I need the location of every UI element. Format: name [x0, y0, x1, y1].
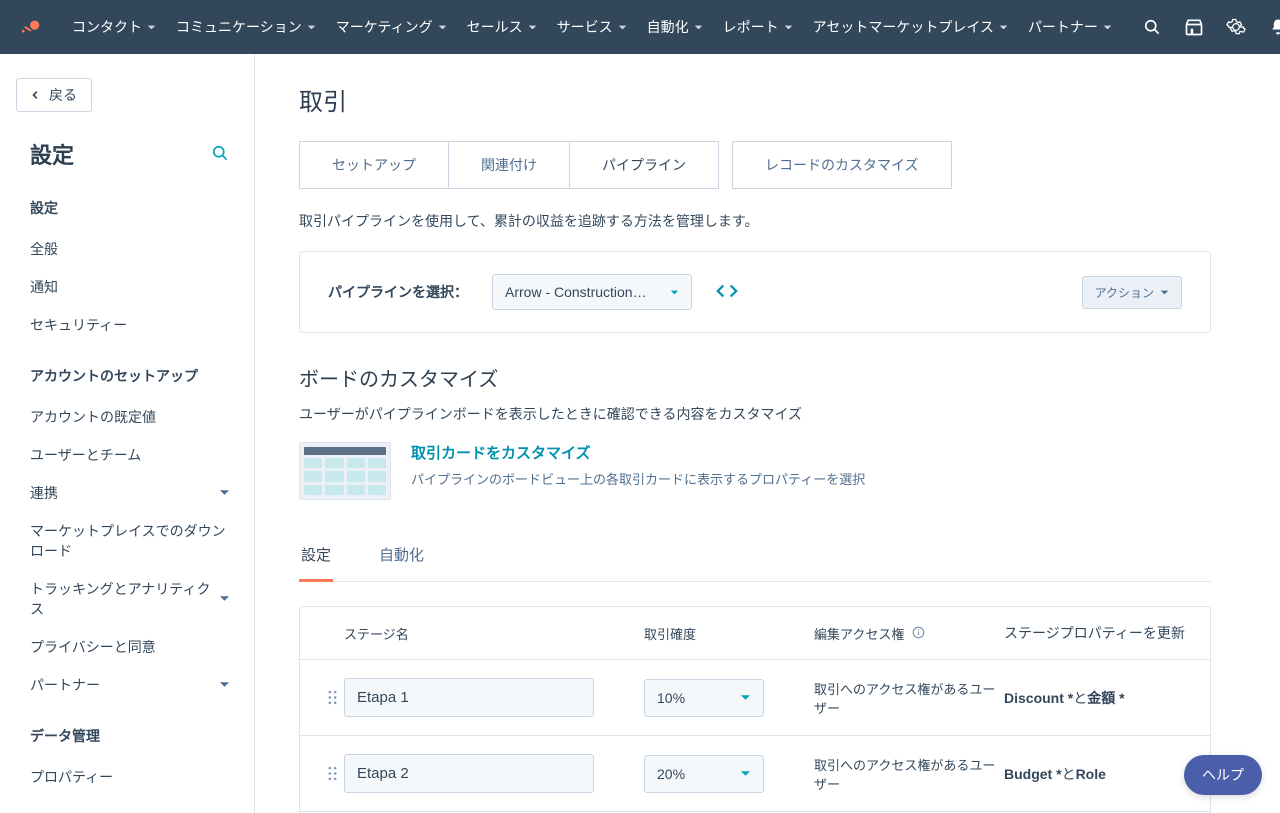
edit-access-text: 取引へのアクセス権があるユーザー	[814, 755, 1004, 793]
sidebar-group-heading: 設定	[30, 198, 230, 218]
settings-heading: 設定	[30, 138, 74, 170]
page-title: 取引	[299, 82, 1211, 117]
sidebar-item[interactable]: 連携	[30, 474, 230, 512]
edit-access-text: 取引へのアクセス権があるユーザー	[814, 679, 1004, 717]
board-customize-desc: ユーザーがパイプラインボードを表示したときに確認できる内容をカスタマイズ	[299, 404, 1211, 424]
customize-deal-card-desc: パイプラインのボードビュー上の各取引カードに表示するプロパティーを選択	[411, 469, 865, 488]
chevron-down-icon	[740, 768, 751, 779]
customize-deal-card-link[interactable]: 取引カードをカスタマイズ	[411, 445, 591, 462]
table-row: 10% 取引へのアクセス権があるユーザーDiscount *と金額 *	[300, 660, 1210, 736]
nav-item-6[interactable]: レポート	[713, 11, 803, 43]
main-content: 取引 セットアップ関連付けパイプラインレコードのカスタマイズ 取引パイプラインを…	[255, 54, 1280, 813]
object-tabs: セットアップ関連付けパイプラインレコードのカスタマイズ	[299, 141, 1211, 189]
search-icon[interactable]	[1142, 17, 1162, 37]
sidebar-item[interactable]: トラッキングとアナリティクス	[30, 570, 230, 628]
nav-item-0[interactable]: コンタクト	[62, 11, 166, 43]
pipeline-select-label: パイプラインを選択：	[328, 282, 468, 302]
chevron-down-icon	[1103, 23, 1112, 32]
bell-icon[interactable]	[1268, 17, 1280, 37]
back-button[interactable]: 戻る	[16, 78, 92, 112]
chevron-down-icon	[670, 288, 679, 297]
probability-select[interactable]: 10%	[644, 679, 764, 717]
nav-item-2[interactable]: マーケティング	[326, 11, 457, 43]
sidebar-item[interactable]: マーケットプレイスでのダウンロード	[30, 512, 230, 570]
nav-item-3[interactable]: セールス	[457, 11, 547, 43]
pipeline-subtabs: 設定自動化	[299, 534, 1211, 582]
tab-0[interactable]: セットアップ	[299, 141, 449, 189]
chevron-down-icon	[618, 23, 627, 32]
sidebar-group-heading: データ管理	[30, 726, 230, 746]
chevron-down-icon	[438, 23, 447, 32]
hubspot-logo-icon[interactable]	[20, 15, 42, 39]
action-label: アクション	[1095, 284, 1154, 301]
sidebar-item[interactable]: アカウントの既定値	[30, 398, 230, 436]
col-update-props: ステージプロパティーを更新	[1004, 623, 1190, 643]
chevron-down-icon	[307, 23, 316, 32]
tab-2[interactable]: パイプライン	[569, 141, 719, 189]
help-button[interactable]: ヘルプ	[1184, 755, 1262, 795]
nav-item-1[interactable]: コミュニケーション	[166, 11, 326, 43]
settings-sidebar: 戻る 設定 設定全般通知セキュリティーアカウントのセットアップアカウントの既定値…	[0, 54, 255, 813]
chevron-down-icon	[528, 23, 537, 32]
sidebar-item[interactable]: セキュリティー	[30, 306, 230, 344]
nav-item-4[interactable]: サービス	[547, 11, 637, 43]
pipeline-selector-panel: パイプラインを選択： Arrow - Construction… アクション	[299, 251, 1211, 333]
col-deal-probability: 取引確度	[644, 624, 814, 643]
page-description: 取引パイプラインを使用して、累計の収益を追跡する方法を管理します。	[299, 211, 1211, 231]
update-props-text: Discount *と金額 *	[1004, 688, 1190, 708]
sidebar-item[interactable]: 通知	[30, 268, 230, 306]
chevron-down-icon	[219, 485, 230, 501]
chevron-down-icon	[784, 23, 793, 32]
pipeline-select[interactable]: Arrow - Construction…	[492, 274, 692, 310]
stage-name-input[interactable]	[344, 754, 594, 793]
code-icon[interactable]	[716, 280, 738, 305]
gear-icon[interactable]	[1226, 17, 1246, 37]
nav-item-5[interactable]: 自動化	[637, 11, 713, 43]
subtab-0[interactable]: 設定	[299, 534, 333, 582]
nav-item-8[interactable]: パートナー	[1018, 11, 1122, 43]
board-thumbnail	[299, 442, 391, 500]
chevron-down-icon	[219, 677, 230, 693]
pipeline-actions-button[interactable]: アクション	[1082, 276, 1182, 309]
top-nav: コンタクトコミュニケーションマーケティングセールスサービス自動化レポートアセット…	[0, 0, 1280, 54]
sidebar-item[interactable]: パートナー	[30, 666, 230, 704]
chevron-down-icon	[694, 23, 703, 32]
chevron-down-icon	[219, 591, 230, 607]
update-props-text: Budget *とRole	[1004, 764, 1190, 784]
sidebar-item[interactable]: プライバシーと同意	[30, 628, 230, 666]
probability-select[interactable]: 20%	[644, 755, 764, 793]
col-stage-name: ステージ名	[344, 624, 644, 643]
chevron-down-icon	[147, 23, 156, 32]
marketplace-icon[interactable]	[1184, 17, 1204, 37]
pipeline-select-value: Arrow - Construction…	[505, 284, 647, 300]
back-label: 戻る	[49, 85, 77, 105]
tab-1[interactable]: 関連付け	[448, 141, 570, 189]
subtab-1[interactable]: 自動化	[377, 534, 426, 581]
chevron-down-icon	[1160, 288, 1169, 297]
info-icon[interactable]	[912, 627, 925, 642]
stages-table: ステージ名 取引確度 編集アクセス権 ステージプロパティーを更新 10% 取引への…	[299, 606, 1211, 813]
nav-item-7[interactable]: アセットマーケットプレイス	[803, 11, 1018, 43]
table-row: 20% 取引へのアクセス権があるユーザーBudget *とRole	[300, 736, 1210, 812]
sidebar-item[interactable]: ユーザーとチーム	[30, 436, 230, 474]
drag-handle-icon[interactable]	[320, 766, 344, 781]
col-edit-access: 編集アクセス権	[814, 624, 1004, 643]
sidebar-search-icon[interactable]	[210, 143, 230, 166]
chevron-down-icon	[999, 23, 1008, 32]
drag-handle-icon[interactable]	[320, 690, 344, 705]
stage-name-input[interactable]	[344, 678, 594, 717]
sidebar-item[interactable]: プロパティー	[30, 758, 230, 796]
board-customize-heading: ボードのカスタマイズ	[299, 363, 1211, 392]
chevron-down-icon	[740, 692, 751, 703]
sidebar-item[interactable]: 全般	[30, 230, 230, 268]
sidebar-group-heading: アカウントのセットアップ	[30, 366, 230, 386]
tab-3[interactable]: レコードのカスタマイズ	[732, 141, 952, 189]
